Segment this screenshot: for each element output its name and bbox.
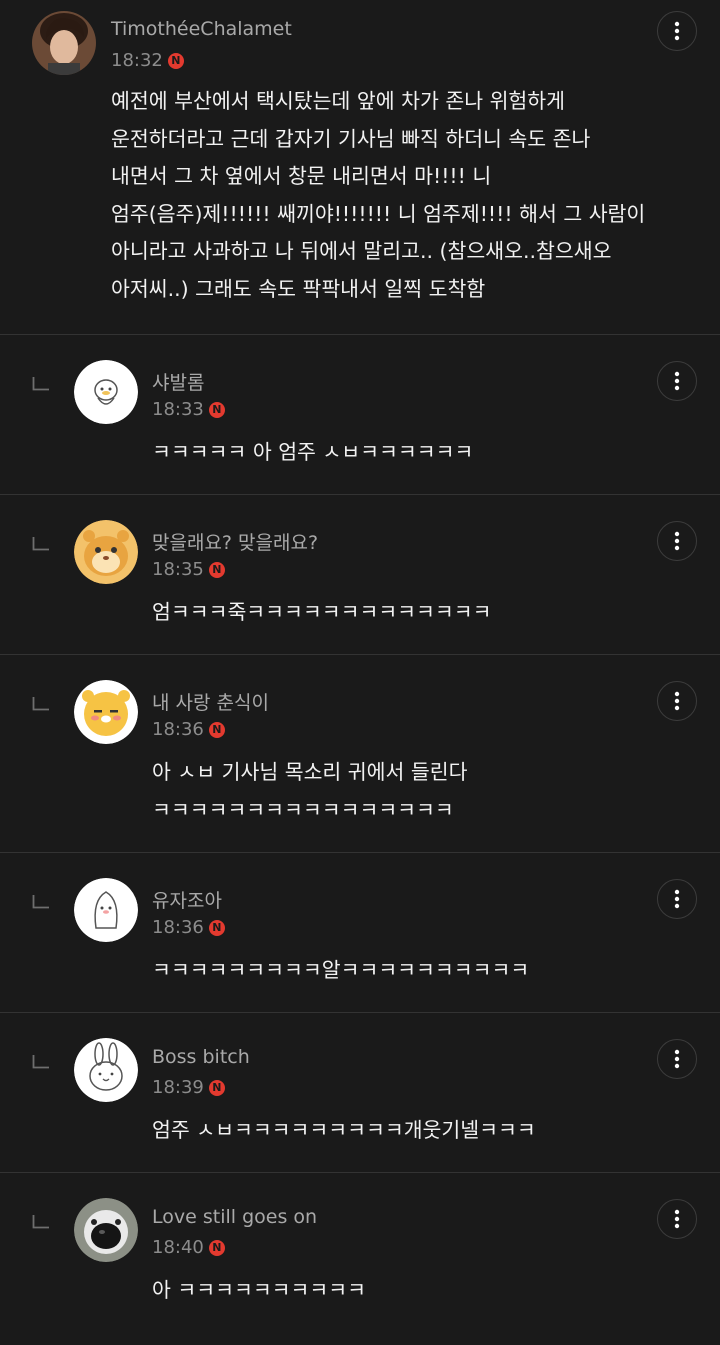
more-options-button[interactable] [657, 361, 697, 401]
author-name[interactable]: TimothéeChalamet [111, 18, 292, 40]
more-vertical-icon [674, 531, 680, 551]
avatar[interactable] [74, 680, 138, 744]
more-options-button[interactable] [657, 1199, 697, 1239]
reply-comment: 유자조아 18:36 N ㅋㅋㅋㅋㅋㅋㅋㅋㅋ알ㅋㅋㅋㅋㅋㅋㅋㅋㅋㅋ [0, 853, 720, 1013]
reply-line: ㅋㅋㅋㅋㅋ 아 엄주 ㅅㅂㅋㅋㅋㅋㅋㅋ [152, 440, 474, 464]
new-badge: N [208, 1239, 225, 1256]
more-vertical-icon [674, 691, 680, 711]
more-options-button[interactable] [657, 681, 697, 721]
time-text: 18:33 [152, 399, 204, 420]
reply-line: 엄주 ㅅㅂㅋㅋㅋㅋㅋㅋㅋㅋㅋ개웃기넬ㅋㅋㅋ [152, 1118, 536, 1142]
author-name[interactable]: 맞을래요? 맞을래요? [152, 528, 318, 555]
time-text: 18:32 [111, 50, 163, 71]
author-name[interactable]: Love still goes on [152, 1206, 317, 1228]
avatar[interactable] [74, 878, 138, 942]
more-options-button[interactable] [657, 521, 697, 561]
more-vertical-icon [674, 889, 680, 909]
reply-arrow-icon [32, 1215, 49, 1229]
reply-line: ㅋㅋㅋㅋㅋㅋㅋㅋㅋ알ㅋㅋㅋㅋㅋㅋㅋㅋㅋㅋ [152, 958, 530, 982]
post-line: 아니라고 사과하고 나 뒤에서 말리고.. (참으새오..참으새오 [111, 239, 612, 263]
reply-arrow-icon [32, 377, 49, 391]
reply-arrow-icon [32, 537, 49, 551]
timestamp: 18:36 N [152, 719, 225, 740]
reply-text: 엄ㅋㅋㅋ죽ㅋㅋㅋㅋㅋㅋㅋㅋㅋㅋㅋㅋㅋ [152, 594, 491, 632]
post-line: 아저씨..) 그래도 속도 팍팍내서 일찍 도착함 [111, 276, 486, 301]
timestamp: 18:40 N [152, 1237, 225, 1258]
reply-text: 아 ㅋㅋㅋㅋㅋㅋㅋㅋㅋㅋ [152, 1272, 366, 1310]
reply-comment: 샤발롬 18:33 N ㅋㅋㅋㅋㅋ 아 엄주 ㅅㅂㅋㅋㅋㅋㅋㅋ [0, 335, 720, 495]
author-name[interactable]: 내 사랑 춘식이 [152, 688, 269, 715]
new-badge: N [208, 561, 225, 578]
timestamp: 18:32 N [111, 50, 184, 71]
post-line: 엄주(음주)제!!!!!! 쌔끼야!!!!!!! 니 엄주제!!!! 해서 그 … [111, 201, 646, 226]
reply-line: 엄ㅋㅋㅋ죽ㅋㅋㅋㅋㅋㅋㅋㅋㅋㅋㅋㅋㅋ [152, 600, 492, 624]
time-text: 18:39 [152, 1077, 204, 1098]
avatar[interactable] [74, 1038, 138, 1102]
avatar[interactable] [74, 1198, 138, 1262]
time-text: 18:35 [152, 559, 204, 580]
time-text: 18:36 [152, 917, 204, 938]
timestamp: 18:35 N [152, 559, 225, 580]
more-vertical-icon [674, 1049, 680, 1069]
new-badge: N [167, 52, 184, 69]
reply-comment: Boss bitch 18:39 N 엄주 ㅅㅂㅋㅋㅋㅋㅋㅋㅋㅋㅋ개웃기넬ㅋㅋㅋ [0, 1013, 720, 1173]
avatar[interactable] [74, 520, 138, 584]
reply-line: ㅋㅋㅋㅋㅋㅋㅋㅋㅋㅋㅋㅋㅋㅋㅋㅋ [152, 797, 454, 822]
time-text: 18:36 [152, 719, 204, 740]
reply-arrow-icon [32, 895, 49, 909]
post: TimothéeChalamet 18:32 N 예전에 부산에서 택시탔는데 … [0, 0, 720, 335]
more-vertical-icon [674, 21, 680, 41]
avatar[interactable] [74, 360, 138, 424]
reply-arrow-icon [32, 1055, 49, 1069]
post-line: 내면서 그 차 옆에서 창문 내리면서 마!!!! 니 [111, 164, 492, 188]
timestamp: 18:33 N [152, 399, 225, 420]
author-name[interactable]: Boss bitch [152, 1046, 250, 1068]
new-badge: N [208, 919, 225, 936]
more-vertical-icon [674, 371, 680, 391]
post-line: 운전하더라고 근데 갑자기 기사님 빠직 하더니 속도 존나 [111, 126, 591, 151]
time-text: 18:40 [152, 1237, 204, 1258]
more-vertical-icon [674, 1209, 680, 1229]
more-options-button[interactable] [657, 879, 697, 919]
more-options-button[interactable] [657, 1039, 697, 1079]
new-badge: N [208, 721, 225, 738]
reply-comment: Love still goes on 18:40 N 아 ㅋㅋㅋㅋㅋㅋㅋㅋㅋㅋ [0, 1173, 720, 1345]
post-line: 예전에 부산에서 택시탔는데 앞에 차가 존나 위험하게 [111, 89, 566, 113]
reply-line: 아 ㅅㅂ 기사님 목소리 귀에서 들린다 [152, 760, 468, 784]
avatar[interactable] [32, 11, 96, 75]
author-name[interactable]: 샤발롬 [152, 368, 204, 395]
new-badge: N [208, 401, 225, 418]
comment-thread: TimothéeChalamet 18:32 N 예전에 부산에서 택시탔는데 … [0, 0, 720, 1345]
more-options-button[interactable] [657, 11, 697, 51]
reply-arrow-icon [32, 697, 49, 711]
reply-comment: 맞을래요? 맞을래요? 18:35 N 엄ㅋㅋㅋ죽ㅋㅋㅋㅋㅋㅋㅋㅋㅋㅋㅋㅋㅋ [0, 495, 720, 655]
timestamp: 18:36 N [152, 917, 225, 938]
reply-text: 엄주 ㅅㅂㅋㅋㅋㅋㅋㅋㅋㅋㅋ개웃기넬ㅋㅋㅋ [152, 1112, 536, 1150]
reply-line: 아 ㅋㅋㅋㅋㅋㅋㅋㅋㅋㅋ [152, 1278, 366, 1302]
new-badge: N [208, 1079, 225, 1096]
reply-text: ㅋㅋㅋㅋㅋㅋㅋㅋㅋ알ㅋㅋㅋㅋㅋㅋㅋㅋㅋㅋ [152, 952, 529, 990]
reply-text: ㅋㅋㅋㅋㅋ 아 엄주 ㅅㅂㅋㅋㅋㅋㅋㅋ [152, 434, 473, 472]
post-text: 예전에 부산에서 택시탔는데 앞에 차가 존나 위험하게 운전하더라고 근데 갑… [111, 83, 645, 308]
timestamp: 18:39 N [152, 1077, 225, 1098]
reply-comment: 내 사랑 춘식이 18:36 N 아 ㅅㅂ 기사님 목소리 귀에서 들린다 ㅋㅋ… [0, 655, 720, 852]
author-name[interactable]: 유자조아 [152, 886, 222, 913]
reply-text: 아 ㅅㅂ 기사님 목소리 귀에서 들린다 ㅋㅋㅋㅋㅋㅋㅋㅋㅋㅋㅋㅋㅋㅋㅋㅋ [152, 754, 467, 829]
